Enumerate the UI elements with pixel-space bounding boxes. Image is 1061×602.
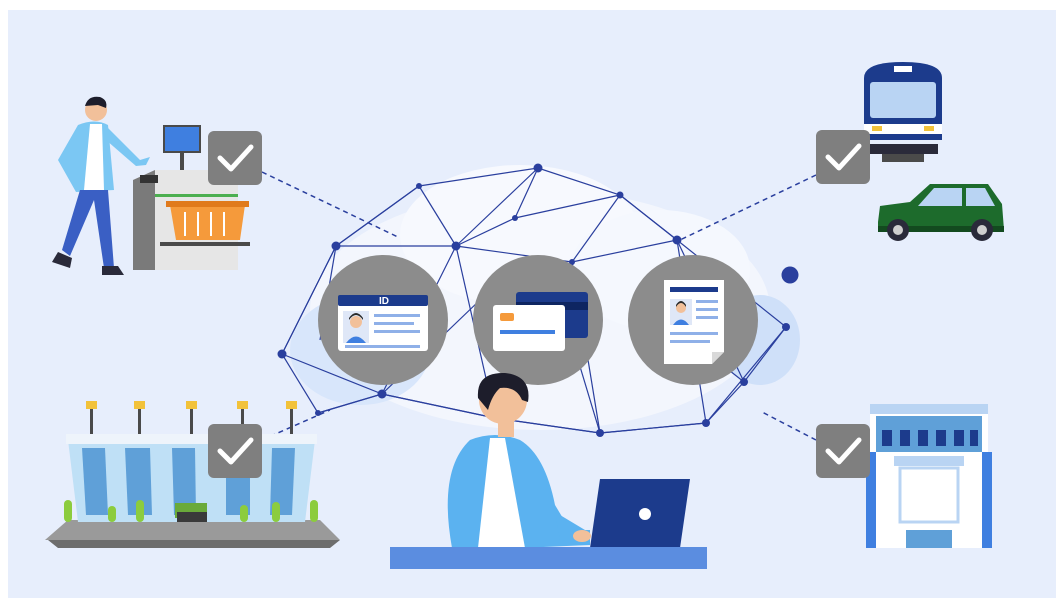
checkmark-icon [208, 424, 262, 478]
laptop-icon [590, 479, 690, 548]
checkmark-icon [208, 131, 262, 185]
id-card-icon: ID [318, 255, 448, 385]
car-icon [878, 184, 1004, 241]
desk [390, 547, 707, 569]
id-card-label: ID [379, 296, 389, 307]
credit-card-icon [473, 255, 603, 385]
document-icon [628, 255, 758, 385]
office-building-icon [866, 404, 992, 548]
stadium-icon [45, 401, 340, 548]
illustration: ID [0, 0, 1061, 602]
checkmark-icon [816, 424, 870, 478]
train-icon [864, 62, 942, 162]
checkmark-icon [816, 130, 870, 184]
digital-id-illustration: ID [45, 62, 1004, 569]
